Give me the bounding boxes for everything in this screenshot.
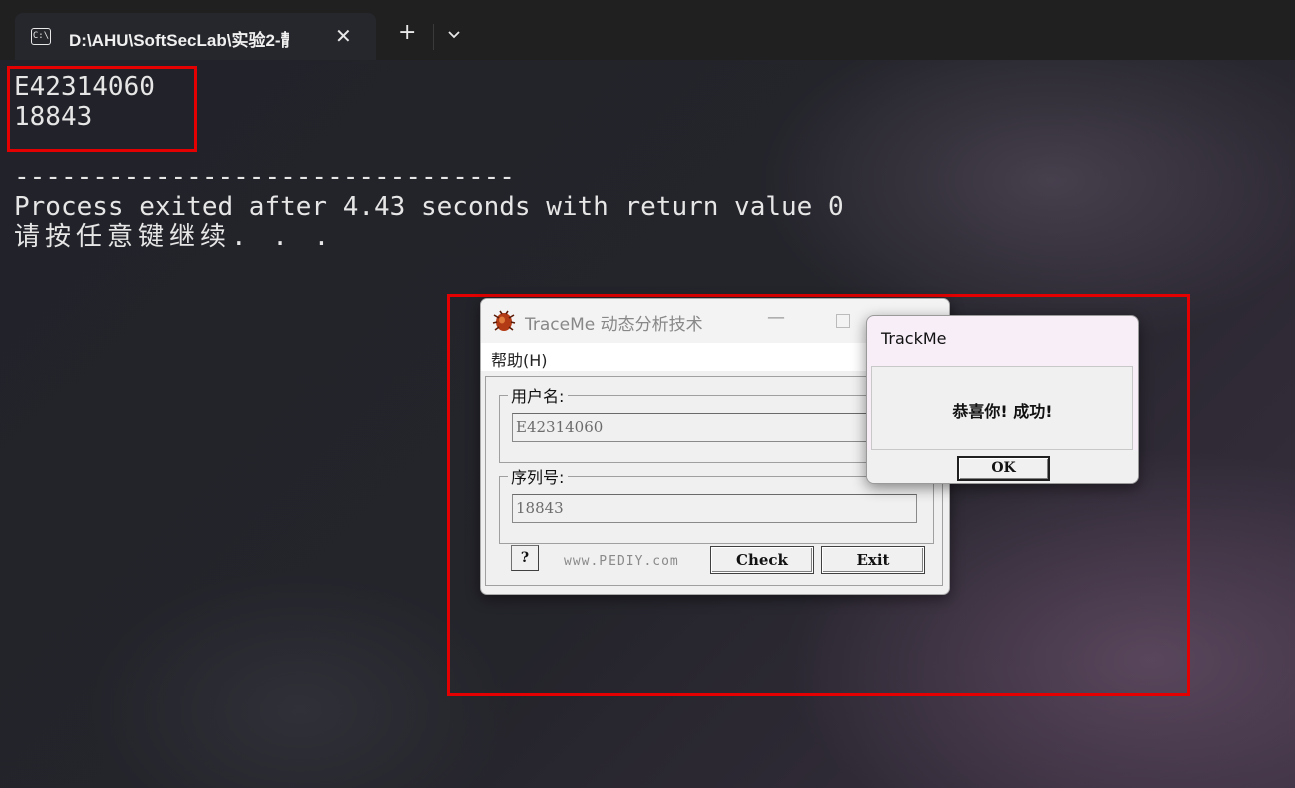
plus-icon[interactable]: + — [398, 20, 416, 46]
serial-label: 序列号: — [508, 464, 569, 488]
check-button[interactable]: Check — [710, 546, 814, 574]
exit-button[interactable]: Exit — [821, 546, 925, 574]
messagebox-text: 恭喜你! 成功! — [952, 402, 1053, 421]
serial-group: 序列号: 18843 — [499, 464, 934, 544]
menu-help[interactable]: 帮助(H) — [491, 347, 548, 371]
messagebox-title: TrackMe — [881, 329, 947, 348]
console-separator: -------------------------------- — [14, 162, 515, 192]
tab-title: D:\AHU\SoftSecLab\实验2-静态 — [69, 31, 289, 50]
close-icon[interactable]: ✕ — [335, 23, 352, 49]
trackme-messagebox: TrackMe 恭喜你! 成功! OK — [866, 315, 1139, 484]
tab-divider — [433, 24, 434, 50]
bug-logo-icon — [492, 310, 516, 331]
chevron-down-icon[interactable] — [446, 26, 462, 45]
highlight-box-output — [7, 66, 197, 152]
help-button[interactable]: ? — [511, 545, 539, 571]
console-icon: C:\ — [31, 28, 51, 45]
terminal-tab-bar: C:\ D:\AHU\SoftSecLab\实验2-静态 ✕ + — [0, 0, 1295, 60]
minimize-icon[interactable]: — — [767, 307, 785, 328]
ok-button[interactable]: OK — [957, 456, 1050, 481]
username-field[interactable]: E42314060 — [512, 413, 917, 442]
terminal-tab[interactable]: C:\ D:\AHU\SoftSecLab\实验2-静态 ✕ — [15, 13, 376, 60]
website-label: www.PEDIY.com — [564, 554, 679, 569]
console-line: 请按任意键继续. . . — [14, 222, 335, 252]
traceme-title: TraceMe 动态分析技术 — [525, 315, 703, 335]
username-label: 用户名: — [508, 383, 569, 407]
console-line: Process exited after 4.43 seconds with r… — [14, 192, 844, 222]
serial-field[interactable]: 18843 — [512, 494, 917, 523]
maximize-icon[interactable] — [836, 314, 850, 328]
